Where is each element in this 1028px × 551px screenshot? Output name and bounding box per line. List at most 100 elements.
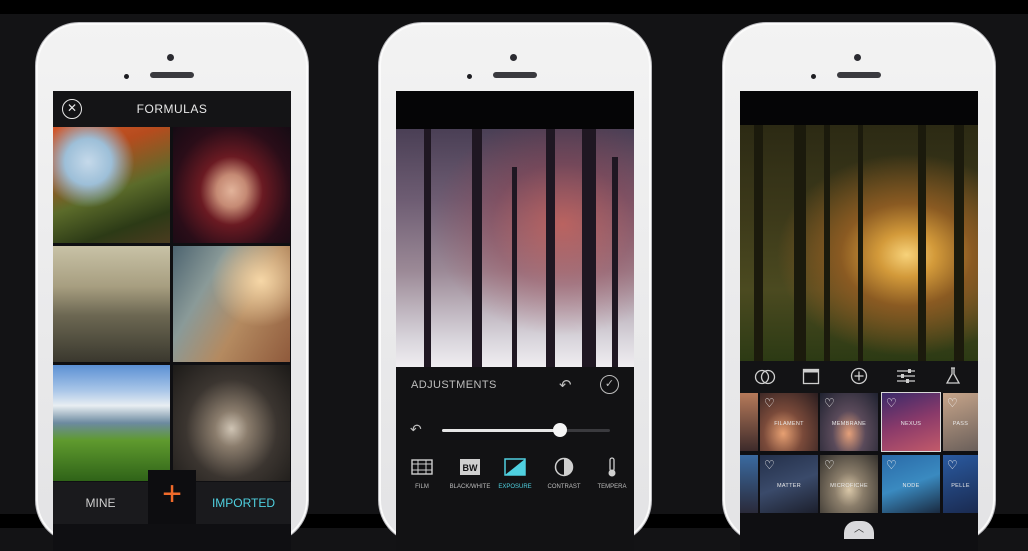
formula-thumbnail[interactable] bbox=[53, 365, 170, 481]
screen-formulas: ✕ FORMULAS MINE + IMPORTED bbox=[53, 91, 291, 551]
tree-trunk bbox=[858, 125, 863, 361]
filter-name: PASS bbox=[952, 421, 969, 427]
phone-formulas: ✕ FORMULAS MINE + IMPORTED bbox=[35, 22, 309, 551]
phone-filters: ♡ FILAMENT ♡ MEMBRANE ♡ NEXUS ♡ PASS ♡ M… bbox=[722, 22, 996, 551]
filter-name: MICROFICHE bbox=[830, 483, 868, 489]
filter-thumbnail[interactable]: ♡ PASS bbox=[943, 393, 978, 451]
frame-icon[interactable] bbox=[802, 367, 820, 389]
tool-label: BLACK/WHITE bbox=[449, 484, 491, 490]
top-bar bbox=[740, 91, 978, 125]
formula-thumbnail[interactable] bbox=[53, 127, 170, 243]
heart-icon[interactable]: ♡ bbox=[824, 396, 835, 410]
filter-thumbnail-selected[interactable]: ♡ NEXUS bbox=[881, 392, 941, 452]
bw-icon: BW bbox=[448, 455, 492, 479]
top-bar bbox=[396, 91, 634, 129]
slider-knob[interactable] bbox=[552, 423, 567, 437]
sensor bbox=[467, 74, 472, 79]
heart-icon[interactable]: ♡ bbox=[764, 396, 775, 410]
heart-icon[interactable]: ♡ bbox=[947, 458, 958, 472]
photo-preview bbox=[740, 125, 978, 361]
filter-thumbnail[interactable]: ♡ NODE bbox=[882, 455, 940, 513]
front-camera bbox=[854, 54, 861, 61]
heart-icon[interactable]: ♡ bbox=[824, 458, 835, 472]
tool-exposure[interactable]: EXPOSURE bbox=[493, 455, 537, 490]
heart-icon[interactable]: ♡ bbox=[886, 396, 897, 410]
filter-thumbnail-partial[interactable] bbox=[740, 393, 758, 451]
contrast-icon bbox=[542, 455, 586, 479]
formulas-header: ✕ FORMULAS bbox=[53, 91, 291, 127]
formula-thumbnail[interactable] bbox=[173, 246, 290, 362]
tool-black-white[interactable]: BW BLACK/WHITE bbox=[448, 455, 492, 490]
filter-thumbnail[interactable]: ♡ MICROFICHE bbox=[820, 455, 878, 513]
front-camera bbox=[510, 54, 517, 61]
front-camera bbox=[167, 54, 174, 61]
filter-thumbnail[interactable]: ♡ MATTER bbox=[760, 455, 818, 513]
tree-trunk bbox=[512, 167, 517, 367]
tab-imported[interactable]: IMPORTED bbox=[196, 482, 291, 524]
earpiece bbox=[493, 72, 537, 78]
tool-label: CONTRAST bbox=[547, 484, 581, 490]
reset-icon[interactable]: ↶ bbox=[410, 421, 422, 438]
screen-adjustments: ADJUSTMENTS ↶ ✓ ↶ FILM BW BLACK/WHITE EX… bbox=[396, 91, 634, 551]
tree-trunk bbox=[472, 129, 482, 367]
screen-filters: ♡ FILAMENT ♡ MEMBRANE ♡ NEXUS ♡ PASS ♡ M… bbox=[740, 91, 978, 551]
filter-name: PELLE bbox=[951, 483, 970, 489]
undo-icon[interactable]: ↶ bbox=[559, 376, 572, 394]
panel-title: ADJUSTMENTS bbox=[411, 379, 497, 391]
heart-icon[interactable]: ♡ bbox=[947, 396, 958, 410]
formula-thumbnail[interactable] bbox=[173, 365, 290, 481]
svg-text:BW: BW bbox=[463, 463, 478, 473]
flask-icon[interactable] bbox=[945, 367, 961, 389]
slider-fill bbox=[442, 429, 560, 432]
earpiece bbox=[150, 72, 194, 78]
filter-name: MATTER bbox=[776, 483, 801, 489]
checkmark-circle-icon[interactable]: ✓ bbox=[600, 375, 619, 394]
blend-icon[interactable] bbox=[754, 367, 776, 391]
tool-label: FILM bbox=[415, 484, 429, 490]
filter-thumbnail[interactable]: ♡ FILAMENT bbox=[760, 393, 818, 451]
filter-name: NEXUS bbox=[900, 421, 922, 427]
filter-thumbnail[interactable]: ♡ PELLE bbox=[943, 455, 978, 513]
filter-name: FILAMENT bbox=[774, 421, 804, 427]
filter-thumbnail-partial[interactable] bbox=[740, 455, 758, 513]
heart-icon[interactable]: ♡ bbox=[764, 458, 775, 472]
sensor bbox=[124, 74, 129, 79]
filter-name: MEMBRANE bbox=[831, 421, 867, 427]
earpiece bbox=[837, 72, 881, 78]
tree-trunk bbox=[612, 157, 618, 367]
tool-strip: FILM BW BLACK/WHITE EXPOSURE CONTRAST TE… bbox=[396, 455, 634, 505]
tool-label: TEMPERA bbox=[597, 484, 627, 490]
tree-trunk bbox=[754, 125, 763, 361]
filter-thumbnail[interactable]: ♡ MEMBRANE bbox=[820, 393, 878, 451]
tool-temperature[interactable]: TEMPERA bbox=[590, 455, 634, 490]
tab-mine[interactable]: MINE bbox=[53, 482, 148, 524]
tree-trunk bbox=[582, 129, 596, 367]
formula-thumbnail[interactable] bbox=[53, 246, 170, 362]
photo-preview bbox=[396, 129, 634, 367]
exposure-icon bbox=[493, 455, 537, 479]
editor-toolbar bbox=[740, 361, 978, 393]
tool-film[interactable]: FILM bbox=[400, 455, 444, 490]
adjustments-panel: ADJUSTMENTS ↶ ✓ ↶ FILM BW BLACK/WHITE EX… bbox=[396, 367, 634, 551]
sliders-icon[interactable] bbox=[896, 367, 916, 389]
filter-strip: ♡ FILAMENT ♡ MEMBRANE ♡ NEXUS ♡ PASS ♡ M… bbox=[740, 392, 978, 533]
add-icon[interactable] bbox=[850, 367, 868, 389]
phone-adjustments: ADJUSTMENTS ↶ ✓ ↶ FILM BW BLACK/WHITE EX… bbox=[378, 22, 652, 551]
tree-trunk bbox=[824, 125, 830, 361]
chevron-up-icon[interactable]: ︿ bbox=[844, 521, 874, 539]
formulas-tabbar: MINE + IMPORTED bbox=[53, 470, 291, 524]
sensor bbox=[811, 74, 816, 79]
page-title: FORMULAS bbox=[136, 102, 208, 116]
tree-trunk bbox=[546, 129, 555, 367]
tool-label: EXPOSURE bbox=[498, 484, 532, 490]
add-formula-button[interactable]: + bbox=[148, 470, 196, 524]
tree-trunk bbox=[424, 129, 431, 367]
film-icon bbox=[400, 455, 444, 479]
tree-trunk bbox=[954, 125, 964, 361]
tool-contrast[interactable]: CONTRAST bbox=[542, 455, 586, 490]
exposure-slider[interactable] bbox=[442, 423, 610, 437]
thermometer-icon bbox=[590, 455, 634, 479]
formula-thumbnail[interactable] bbox=[173, 127, 290, 243]
heart-icon[interactable]: ♡ bbox=[886, 458, 897, 472]
filter-name: NODE bbox=[902, 483, 920, 489]
